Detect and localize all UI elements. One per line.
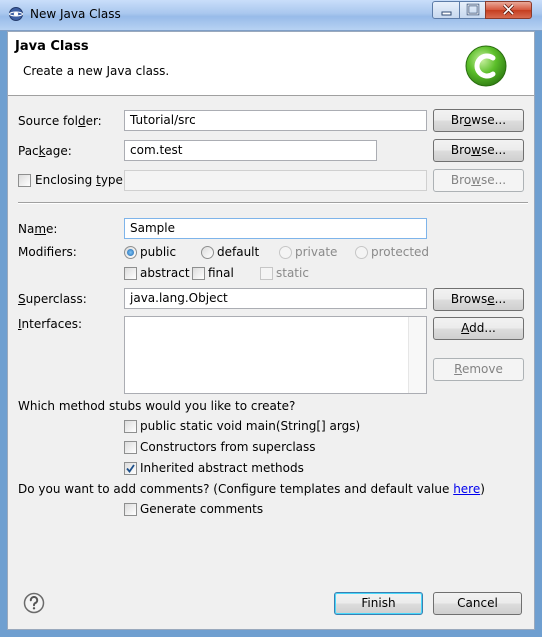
- interfaces-list-scrollbar[interactable]: [408, 317, 426, 393]
- modifier-final-checkbox[interactable]: [192, 267, 205, 280]
- stub-constructors-checkbox[interactable]: [124, 441, 137, 454]
- source-folder-input[interactable]: Tutorial/src: [124, 110, 427, 131]
- enclosing-type-browse-button[interactable]: Browse...: [433, 169, 524, 192]
- package-input[interactable]: com.test: [124, 140, 377, 161]
- modifiers-label: Modifiers:: [18, 245, 77, 259]
- superclass-browse-button[interactable]: Browse...: [433, 288, 524, 311]
- close-icon: [502, 3, 515, 16]
- stub-main-checkbox[interactable]: [124, 420, 137, 433]
- templates-here-link[interactable]: here: [453, 482, 480, 496]
- interfaces-remove-button[interactable]: Remove: [433, 358, 524, 381]
- checkmark-icon: [126, 464, 135, 473]
- banner-title: Java Class: [15, 39, 89, 54]
- title-bar[interactable]: New Java Class: [0, 0, 542, 31]
- superclass-input[interactable]: java.lang.Object: [124, 288, 427, 309]
- help-icon[interactable]: [23, 592, 45, 614]
- modifier-final-label: final: [208, 266, 234, 280]
- minimize-icon: [441, 11, 452, 16]
- interfaces-label: Interfaces:: [18, 317, 83, 331]
- name-input[interactable]: Sample: [124, 218, 427, 239]
- maximize-button[interactable]: [459, 1, 486, 19]
- modifier-private-label: private: [295, 245, 338, 259]
- banner-description: Create a new Java class.: [23, 64, 170, 78]
- separator: [18, 202, 528, 204]
- superclass-label: Superclass:: [18, 292, 87, 306]
- modifier-abstract-label: abstract: [140, 266, 190, 280]
- stub-constructors-label: Constructors from superclass: [140, 440, 316, 454]
- comments-question: Do you want to add comments? (Configure …: [18, 482, 485, 496]
- stub-main-label: public static void main(String[] args): [140, 419, 361, 433]
- close-button[interactable]: [485, 1, 532, 19]
- cancel-button[interactable]: Cancel: [433, 592, 522, 615]
- window-title: New Java Class: [30, 7, 121, 21]
- package-label: Package:: [18, 144, 72, 158]
- stub-inherited-checkbox[interactable]: [124, 462, 137, 475]
- modifier-protected-radio[interactable]: [355, 246, 368, 259]
- stub-inherited-label: Inherited abstract methods: [140, 461, 304, 475]
- modifier-protected-label: protected: [371, 245, 430, 259]
- modifier-public-radio[interactable]: [124, 246, 137, 259]
- interfaces-add-button[interactable]: Add...: [433, 317, 524, 340]
- dialog-client-area: Java Class Create a new Java class. Sour…: [7, 31, 535, 630]
- minimize-button[interactable]: [432, 1, 460, 19]
- enclosing-type-input[interactable]: [124, 170, 427, 191]
- dialog-window: New Java Class Java Class Create a new J…: [0, 0, 542, 637]
- modifier-public-label: public: [140, 245, 177, 259]
- interfaces-list[interactable]: [124, 316, 427, 394]
- modifier-default-label: default: [217, 245, 260, 259]
- package-browse-button[interactable]: Browse...: [433, 139, 524, 162]
- maximize-icon: [466, 3, 480, 16]
- generate-comments-label: Generate comments: [140, 502, 264, 516]
- method-stubs-question: Which method stubs would you like to cre…: [18, 399, 296, 413]
- modifier-static-checkbox[interactable]: [260, 267, 273, 280]
- enclosing-type-checkbox[interactable]: [18, 174, 31, 187]
- source-folder-label: Source folder:: [18, 114, 102, 128]
- generate-comments-checkbox[interactable]: [124, 503, 137, 516]
- modifier-static-label: static: [276, 266, 309, 280]
- eclipse-app-icon: [9, 7, 23, 21]
- finish-button[interactable]: Finish: [334, 592, 423, 615]
- source-folder-browse-button[interactable]: Browse...: [433, 109, 524, 132]
- modifier-abstract-checkbox[interactable]: [124, 267, 137, 280]
- wizard-banner: Java Class Create a new Java class.: [8, 32, 534, 96]
- java-class-icon: [465, 45, 507, 87]
- modifier-private-radio[interactable]: [279, 246, 292, 259]
- enclosing-type-label: Enclosing type:: [35, 173, 127, 187]
- name-label: Name:: [18, 222, 58, 236]
- modifier-default-radio[interactable]: [201, 246, 214, 259]
